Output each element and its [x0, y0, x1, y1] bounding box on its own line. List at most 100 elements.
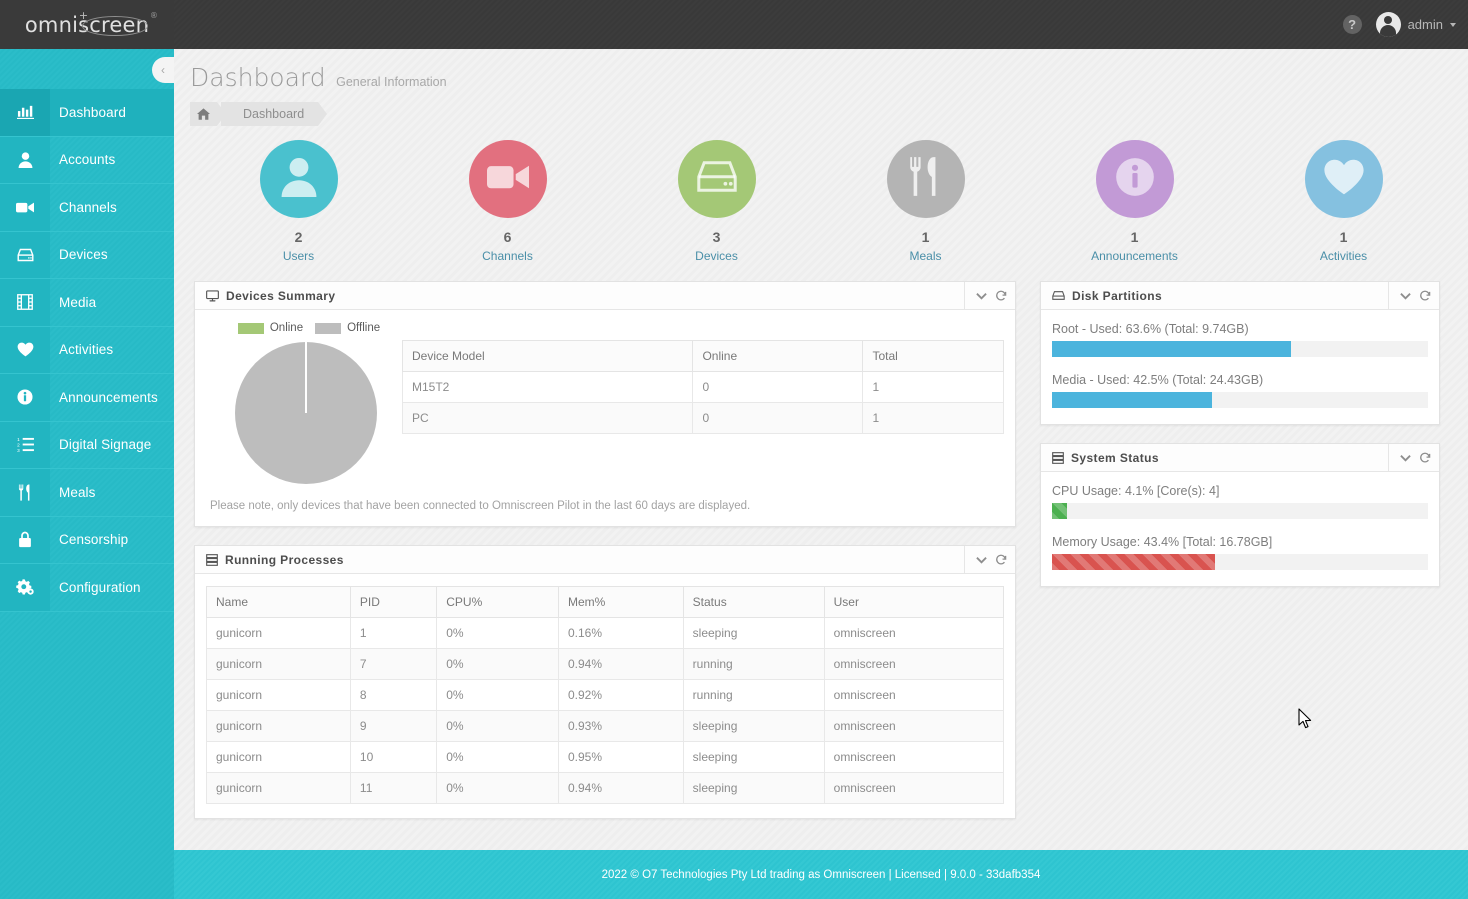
table-cell: 0	[693, 372, 863, 403]
cutlery-icon	[908, 156, 944, 202]
legend-label: Offline	[347, 322, 380, 334]
server-icon	[1052, 452, 1064, 464]
chevron-down-icon[interactable]	[1400, 454, 1411, 462]
stats-row: 2Users6Channels3Devices1Meals1Announceme…	[174, 140, 1468, 263]
footer: 2022 © O7 Technologies Pty Ltd trading a…	[174, 850, 1468, 899]
table-cell: 0.92%	[558, 680, 683, 711]
sidebar-item-label: Announcements	[50, 374, 158, 421]
panel-tools	[1388, 444, 1431, 472]
meter-label: Memory Usage: 43.4% [Total: 16.78GB]	[1052, 535, 1428, 549]
chevron-down-icon[interactable]	[1400, 292, 1411, 300]
table-row: gunicorn110%0.94%sleepingomniscreen	[207, 773, 1004, 804]
sidebar-item-configuration[interactable]: Configuration	[0, 564, 174, 612]
sidebar-item-meals[interactable]: Meals	[0, 469, 174, 517]
question-circle-icon[interactable]: ?	[1343, 15, 1362, 34]
table-cell: 7	[350, 649, 436, 680]
refresh-icon[interactable]	[995, 290, 1007, 302]
sidebar-item-digital-signage[interactable]: 123Digital Signage	[0, 422, 174, 470]
column-header: Name	[207, 587, 351, 618]
progress-bar	[1052, 341, 1428, 357]
panel-body: OnlineOffline Device ModelOnlineTotal M1…	[195, 310, 1015, 526]
stat-meals[interactable]: 1Meals	[821, 140, 1030, 263]
table-cell: omniscreen	[824, 773, 1003, 804]
stat-label: Announcements	[1091, 249, 1178, 263]
progress-bar-fill	[1052, 554, 1215, 570]
stat-circle-activities[interactable]	[1305, 140, 1383, 218]
stat-devices[interactable]: 3Devices	[612, 140, 821, 263]
meter-block: Media - Used: 42.5% (Total: 24.43GB)	[1052, 373, 1428, 408]
table-row: gunicorn70%0.94%runningomniscreen	[207, 649, 1004, 680]
column-header: Total	[863, 341, 1004, 372]
table-cell: omniscreen	[824, 618, 1003, 649]
panel-tools	[1388, 282, 1431, 310]
lock-icon	[0, 517, 50, 564]
sidebar-item-announcements[interactable]: Announcements	[0, 374, 174, 422]
refresh-icon[interactable]	[995, 554, 1007, 566]
sidebar-item-label: Dashboard	[50, 89, 126, 136]
home-icon[interactable]	[190, 102, 217, 126]
column-header: Online	[693, 341, 863, 372]
meter-block: Root - Used: 63.6% (Total: 9.74GB)	[1052, 322, 1428, 357]
stat-channels[interactable]: 6Channels	[403, 140, 612, 263]
progress-bar-fill	[1052, 341, 1291, 357]
legend-label: Online	[270, 322, 303, 334]
user-avatar-icon	[1376, 12, 1401, 37]
top-bar: omniscreen + ® ? admin	[0, 0, 1468, 49]
video-camera-icon	[0, 184, 50, 231]
sidebar-item-label: Meals	[50, 469, 96, 516]
brand-logo[interactable]: omniscreen + ®	[0, 0, 174, 49]
chevron-down-icon[interactable]	[976, 292, 987, 300]
sidebar-item-accounts[interactable]: Accounts	[0, 137, 174, 185]
breadcrumb-item-dashboard[interactable]: Dashboard	[221, 102, 318, 126]
column-header: Mem%	[558, 587, 683, 618]
legend-swatch-online	[238, 323, 264, 334]
stat-announcements[interactable]: 1Announcements	[1030, 140, 1239, 263]
sidebar-item-label: Digital Signage	[50, 422, 151, 469]
table-cell: 0	[693, 403, 863, 434]
server-icon	[206, 554, 218, 566]
table-row: gunicorn100%0.95%sleepingomniscreen	[207, 742, 1004, 773]
stat-circle-users[interactable]	[260, 140, 338, 218]
chevron-down-icon[interactable]	[976, 556, 987, 564]
pie-seam	[305, 342, 307, 413]
stat-circle-announcements[interactable]	[1096, 140, 1174, 218]
user-menu[interactable]: admin	[1376, 12, 1456, 37]
stat-activities[interactable]: 1Activities	[1239, 140, 1448, 263]
devices-pie-chart: Online Offline	[206, 322, 402, 484]
panel-body: Root - Used: 63.6% (Total: 9.74GB) Media …	[1041, 310, 1439, 424]
panel-body: NamePIDCPU%Mem%StatusUser gunicorn10%0.1…	[195, 574, 1015, 818]
svg-text:1: 1	[17, 437, 20, 442]
table-body: gunicorn10%0.16%sleepingomniscreengunico…	[207, 618, 1004, 804]
panel-header: Disk Partitions	[1041, 282, 1439, 310]
table-cell: 0.94%	[558, 649, 683, 680]
stat-users[interactable]: 2Users	[194, 140, 403, 263]
sidebar-item-dashboard[interactable]: Dashboard	[0, 89, 174, 137]
sidebar-collapse-button[interactable]: ‹	[152, 57, 174, 83]
sidebar-item-devices[interactable]: Devices	[0, 232, 174, 280]
stat-circle-devices[interactable]	[678, 140, 756, 218]
svg-text:3: 3	[17, 448, 20, 452]
refresh-icon[interactable]	[1419, 452, 1431, 464]
legend-item-online: Online	[238, 322, 303, 334]
table-row: gunicorn90%0.93%sleepingomniscreen	[207, 711, 1004, 742]
user-name-label: admin	[1408, 17, 1443, 32]
progress-bar	[1052, 392, 1428, 408]
panel-body: CPU Usage: 4.1% [Core(s): 4]Memory Usage…	[1041, 472, 1439, 586]
stat-label: Devices	[695, 249, 738, 263]
stat-circle-meals[interactable]	[887, 140, 965, 218]
panel-title: Running Processes	[225, 553, 344, 567]
sidebar-item-channels[interactable]: Channels	[0, 184, 174, 232]
devices-note: Please note, only devices that have been…	[206, 500, 1004, 512]
table-cell: 0%	[437, 773, 559, 804]
table-cell: gunicorn	[207, 773, 351, 804]
stat-circle-channels[interactable]	[469, 140, 547, 218]
sidebar-item-censorship[interactable]: Censorship	[0, 517, 174, 565]
table-cell: omniscreen	[824, 680, 1003, 711]
sidebar-item-activities[interactable]: Activities	[0, 327, 174, 375]
pie-legend: Online Offline	[216, 322, 402, 334]
refresh-icon[interactable]	[1419, 290, 1431, 302]
table-cell: 0.93%	[558, 711, 683, 742]
sidebar-item-media[interactable]: Media	[0, 279, 174, 327]
sidebar-item-label: Channels	[50, 184, 117, 231]
progress-bar-fill	[1052, 392, 1212, 408]
